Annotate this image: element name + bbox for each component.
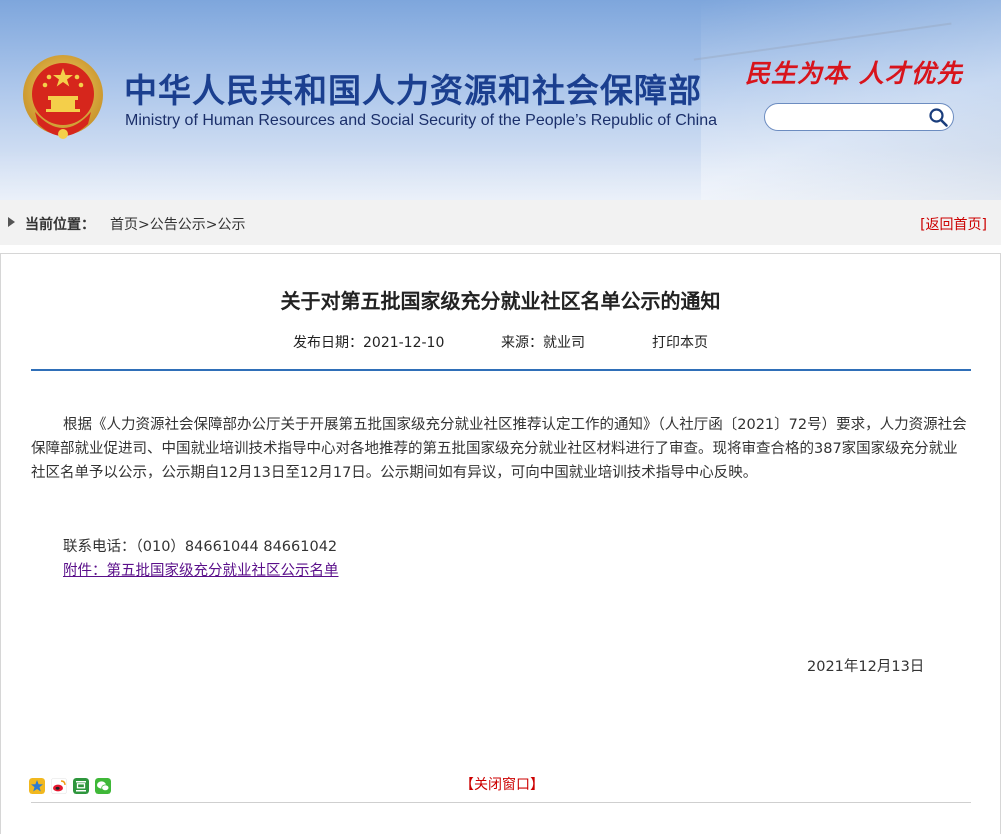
search-icon[interactable] xyxy=(927,106,949,128)
article-body: 根据《人力资源社会保障部办公厅关于开展第五批国家级充分就业社区推荐认定工作的通知… xyxy=(31,417,967,481)
breadcrumb-path: 首页>公告公示>公示 xyxy=(110,214,245,234)
breadcrumb-separator: > xyxy=(205,217,218,233)
article-source: 来源：就业司 xyxy=(501,335,585,351)
signature-date: 2021年12月13日 xyxy=(807,659,925,675)
search-input[interactable] xyxy=(775,107,927,129)
publish-date: 发布日期：2021-12-10 xyxy=(293,335,445,351)
douban-icon[interactable] xyxy=(73,778,89,794)
wechat-icon[interactable] xyxy=(95,778,111,794)
breadcrumb: 当前位置： 首页>公告公示>公示 [返回首页] xyxy=(0,200,1001,245)
title-divider xyxy=(31,369,971,371)
site-header: 中华人民共和国人力资源和社会保障部 Ministry of Human Reso… xyxy=(0,0,1001,200)
breadcrumb-label: 当前位置： xyxy=(25,217,95,233)
breadcrumb-publicity-link[interactable]: 公示 xyxy=(217,217,245,233)
back-home-link[interactable]: [返回首页] xyxy=(920,214,987,234)
article-title: 关于对第五批国家级充分就业社区名单公示的通知 xyxy=(280,289,721,313)
breadcrumb-home-link[interactable]: 首页 xyxy=(110,217,138,233)
footer-divider xyxy=(31,802,971,803)
site-title-chinese: 中华人民共和国人力资源和社会保障部 xyxy=(124,71,702,110)
site-title-english: Ministry of Human Resources and Social S… xyxy=(125,112,717,129)
breadcrumb-arrow-icon xyxy=(8,217,15,227)
attachment-link[interactable]: 附件：第五批国家级充分就业社区公示名单 xyxy=(63,559,339,580)
breadcrumb-separator: > xyxy=(138,217,150,233)
header-stripe xyxy=(0,150,1001,200)
weibo-icon[interactable] xyxy=(51,778,67,794)
contact-phone: 联系电话：（010）84661044 84661042 xyxy=(63,539,338,555)
search-box xyxy=(764,103,954,131)
breadcrumb-notices-link[interactable]: 公告公示 xyxy=(150,217,206,233)
slogan: 民生为本 人才优先 xyxy=(745,59,963,88)
print-page-link[interactable]: 打印本页 xyxy=(652,332,708,352)
national-emblem-icon xyxy=(23,55,103,139)
qzone-icon[interactable] xyxy=(29,778,45,794)
close-window-link[interactable]: 【关闭窗口】 xyxy=(460,774,544,794)
